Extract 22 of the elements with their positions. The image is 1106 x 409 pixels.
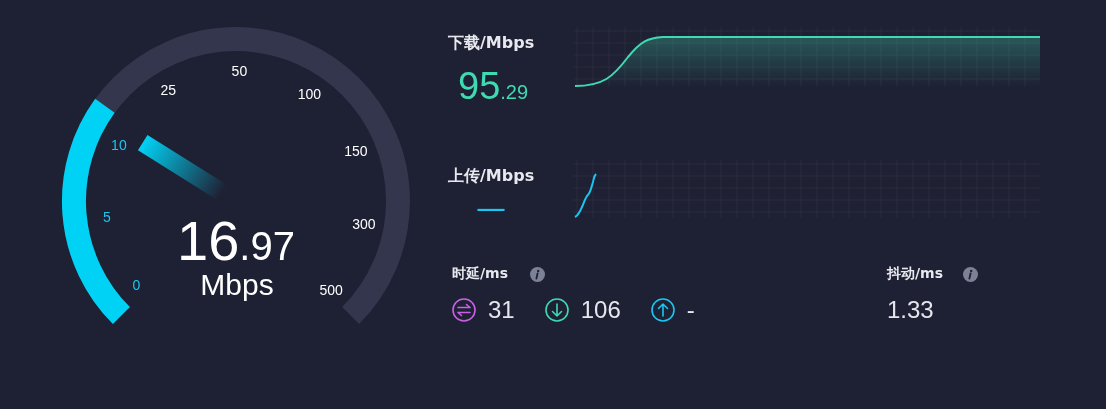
gauge-tick-label: 10 [111,136,127,153]
swap-arrows-icon [452,298,476,322]
gauge-tick-label: 100 [297,85,322,102]
latency-value: 106 [580,297,621,323]
gauge-tick-label: 300 [352,215,376,232]
upload-value: — [476,193,506,223]
jitter-value: 1.33 [886,297,934,323]
gauge-tick-label: 25 [160,82,177,98]
gauge-tick-label: 150 [344,142,368,159]
jitter-label: 抖动/ms [886,265,943,283]
upload-label: 上传/Mbps [448,166,535,187]
gauge-tick-label: 5 [103,209,111,226]
latency-value: 31 [488,297,515,323]
info-icon[interactable] [530,266,546,282]
info-icon[interactable] [963,266,978,282]
gauge-tick-label: 0 [132,276,141,293]
latency-label: 时延/ms [452,265,509,283]
latency-value: - [686,297,695,323]
gauge-tick-label: 500 [319,281,343,298]
download-label: 下载/Mbps [448,33,535,54]
gauge-tick-label: 50 [231,63,248,80]
download-value: 95.29 [458,66,529,109]
